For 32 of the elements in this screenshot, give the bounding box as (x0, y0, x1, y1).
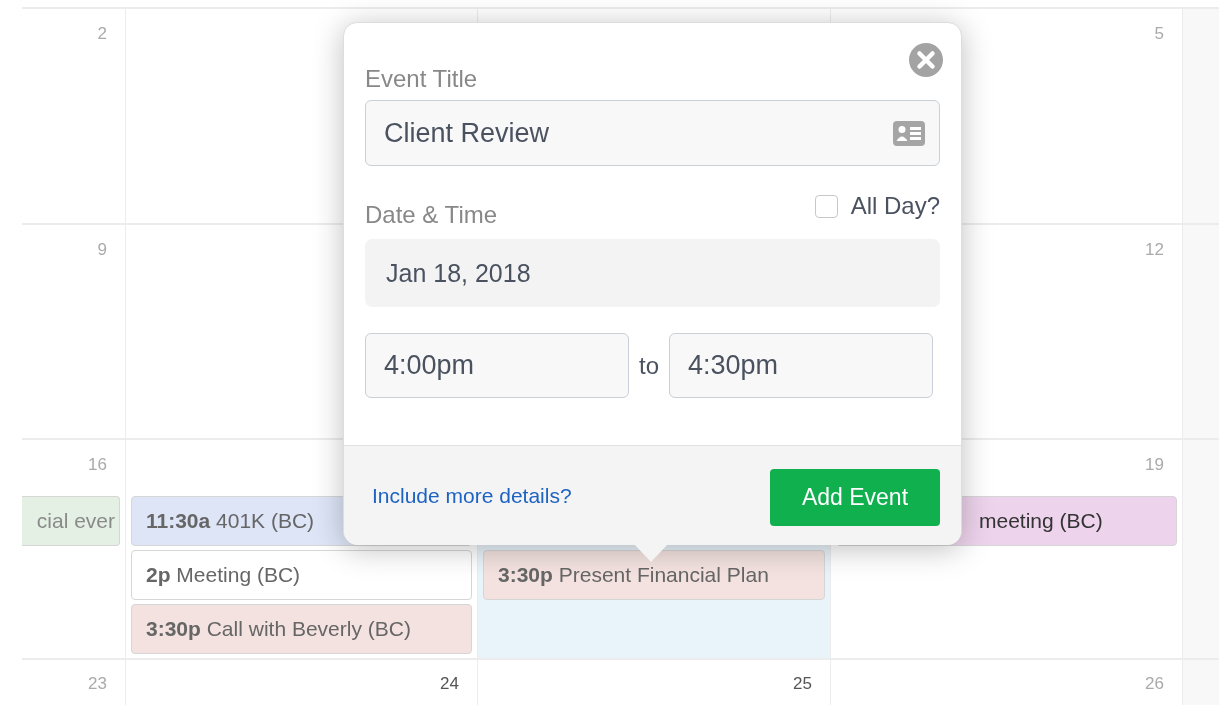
day-number: 24 (440, 674, 459, 695)
all-day-label: All Day? (850, 192, 940, 220)
calendar-event[interactable]: cial ever (22, 496, 120, 546)
field-label: Event Title (365, 64, 479, 94)
day-number: 25 (793, 674, 812, 695)
day-number: 23 (88, 674, 107, 695)
day-cell[interactable]: 16 cial ever (22, 440, 125, 660)
day-number: 16 (88, 455, 107, 476)
day-number: 26 (1145, 674, 1164, 695)
input-field[interactable]: Client Review (365, 100, 940, 166)
calendar-event[interactable]: 3:30p Present Financial Plan (483, 550, 825, 600)
all-day-checkbox[interactable] (814, 194, 838, 218)
date-field[interactable]: Jan 18, 2018 (365, 239, 940, 307)
end-time-field[interactable]: 4:30pm (669, 333, 933, 398)
field-label: Date & Time (365, 200, 498, 230)
day-cell[interactable]: 25 (477, 660, 830, 705)
time-separator: to (638, 351, 660, 380)
day-number: 12 (1145, 240, 1164, 261)
day-number: 19 (1145, 455, 1164, 476)
day-cell[interactable]: 23 (22, 660, 125, 705)
calendar-event[interactable]: 3:30p Call with Beverly (BC) (131, 604, 472, 654)
day-number: 9 (97, 240, 107, 261)
day-number: 2 (97, 24, 107, 45)
start-time-field[interactable]: 4:00pm (365, 333, 629, 398)
calendar-event[interactable]: 2p Meeting (BC) (131, 550, 472, 600)
day-cell[interactable]: 2 (22, 9, 125, 225)
day-cell[interactable]: 24 (125, 660, 477, 705)
day-cell[interactable]: 9 (22, 225, 125, 440)
close-icon[interactable] (908, 42, 944, 78)
add-event-button[interactable]: Add Event (770, 469, 940, 526)
day-number: 5 (1154, 24, 1164, 45)
contact-card-icon[interactable] (893, 120, 925, 146)
